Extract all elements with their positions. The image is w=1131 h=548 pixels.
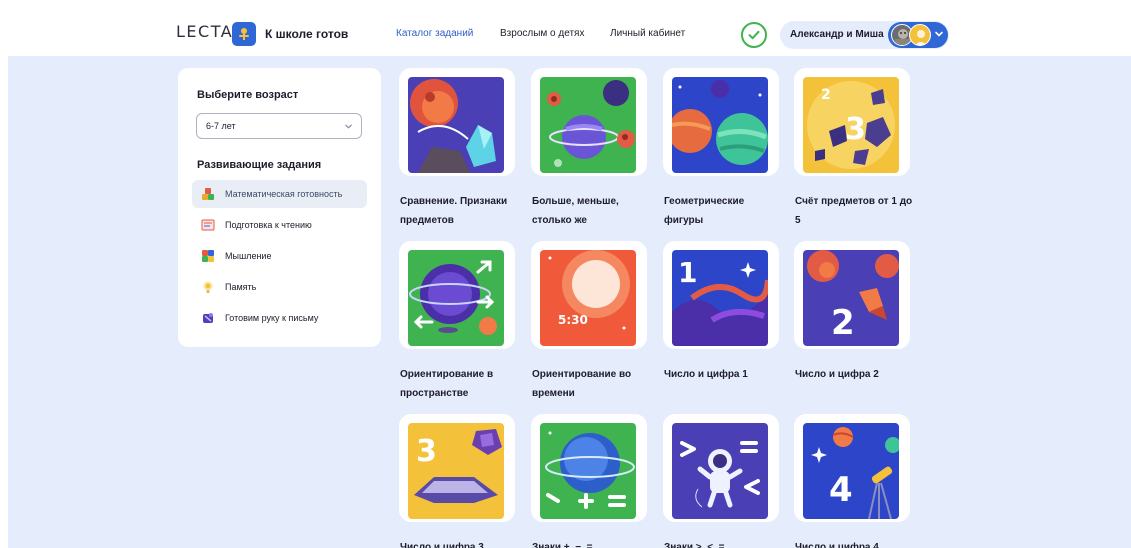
- user-menu[interactable]: Александр и Миша: [780, 21, 949, 49]
- card-thumbnail: [408, 250, 504, 346]
- nav-catalog[interactable]: Каталог заданий: [396, 28, 473, 39]
- card-thumbnail: [672, 423, 768, 519]
- card-thumbnail: 5:30: [540, 250, 636, 346]
- card-title: Ориентирование в пространстве: [400, 369, 494, 399]
- card-title: Число и цифра 2: [795, 369, 879, 380]
- nav-account[interactable]: Личный кабинет: [610, 28, 685, 39]
- user-name: Александр и Миша: [790, 29, 884, 40]
- sidebar-item-label: Готовим руку к письму: [225, 313, 319, 323]
- digit-label: 1: [678, 256, 697, 289]
- sidebar-item-label: Мышление: [225, 251, 272, 261]
- card-thumbnail: 3: [408, 423, 504, 519]
- card-title: Геометрические фигуры: [664, 196, 745, 226]
- card-title: Знаки +, −, =: [532, 542, 593, 548]
- avatar-child: [909, 24, 931, 46]
- card-thumbnail: 4: [803, 423, 899, 519]
- svg-text:3: 3: [845, 112, 866, 147]
- card-thumbnail: [408, 77, 504, 173]
- card-title: Сравнение. Признаки предметов: [400, 196, 508, 226]
- puzzle-icon: [202, 250, 214, 262]
- digit-label: 3: [416, 434, 437, 469]
- chevron-down-icon: [345, 124, 352, 129]
- card-title: Больше, меньше, столько же: [532, 196, 619, 226]
- card-thumbnail: 3 2: [803, 77, 899, 173]
- top-header: LECTA К школе готов Каталог заданий Взро…: [0, 0, 1131, 56]
- sidebar-item-label: Подготовка к чтению: [225, 220, 312, 230]
- sidebar-item-memory[interactable]: Память: [192, 273, 367, 301]
- card-thumbnail: [540, 423, 636, 519]
- sidebar-item-math[interactable]: Математическая готовность: [192, 180, 367, 208]
- card-title: Число и цифра 3: [400, 542, 484, 548]
- chevron-down-icon[interactable]: [933, 28, 945, 40]
- card-title: Ориентирование во времени: [532, 369, 632, 399]
- tasks-heading: Развивающие задания: [197, 159, 322, 171]
- nav-for-adults[interactable]: Взрослым о детях: [500, 28, 584, 39]
- reading-book-icon: [201, 219, 215, 231]
- card-title: Знаки >, <, =: [664, 542, 725, 548]
- age-select[interactable]: 6-7 лет: [196, 113, 362, 139]
- card-thumbnail: [540, 77, 636, 173]
- check-circle-icon[interactable]: [741, 22, 767, 48]
- sidebar-item-label: Память: [225, 282, 257, 292]
- digit-label: 4: [829, 470, 853, 510]
- card-thumbnail: 1: [672, 250, 768, 346]
- writing-hand-icon: [203, 313, 213, 323]
- card-thumbnail: 2: [803, 250, 899, 346]
- user-avatars[interactable]: [888, 22, 948, 48]
- filter-sidebar: Выберите возраст 6-7 лет Развивающие зад…: [178, 68, 381, 347]
- digit-label: 2: [831, 303, 855, 343]
- sidebar-item-thinking[interactable]: Мышление: [192, 242, 367, 270]
- card-title: Счёт предметов от 1 до 5: [795, 196, 913, 226]
- card-title: Число и цифра 4: [795, 542, 879, 548]
- age-select-value: 6-7 лет: [206, 121, 236, 131]
- card-title: Число и цифра 1: [664, 369, 748, 380]
- card-thumbnail: [672, 77, 768, 173]
- math-blocks-icon: [202, 188, 214, 200]
- memory-bulb-icon: [203, 281, 213, 293]
- age-heading: Выберите возраст: [197, 89, 299, 101]
- svg-text:2: 2: [821, 87, 831, 103]
- product-title[interactable]: К школе готов: [265, 27, 348, 41]
- lecta-logo[interactable]: LECTA: [176, 22, 233, 41]
- product-badge-icon[interactable]: [232, 22, 256, 46]
- sidebar-item-writing[interactable]: Готовим руку к письму: [192, 304, 367, 332]
- sidebar-item-label: Математическая готовность: [225, 189, 343, 199]
- sidebar-item-reading[interactable]: Подготовка к чтению: [192, 211, 367, 239]
- time-label: 5:30: [558, 313, 588, 327]
